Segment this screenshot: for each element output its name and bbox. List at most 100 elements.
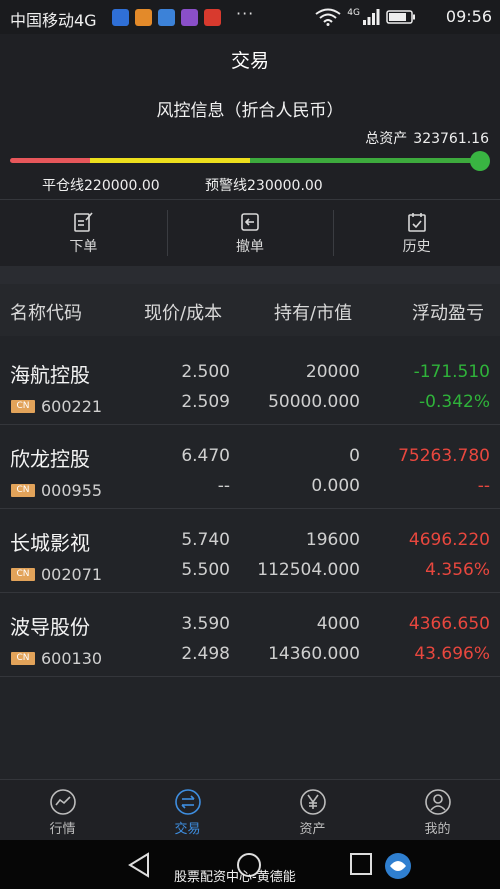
risk-level-indicator bbox=[470, 151, 490, 171]
floating-pl: 4366.650 bbox=[408, 614, 490, 634]
action-buttons: 下单 撤单 历史 bbox=[0, 199, 500, 266]
header-price-cost: 现价/成本 bbox=[144, 303, 223, 324]
current-price: 3.590 bbox=[181, 614, 230, 634]
risk-bar-liquidation-zone bbox=[10, 158, 90, 163]
bottom-tab-bar: 行情 交易 资产 我的 bbox=[0, 779, 500, 840]
recent-apps-icon[interactable] bbox=[349, 852, 373, 876]
tab-trade[interactable]: 交易 bbox=[125, 780, 250, 840]
user-icon bbox=[424, 789, 451, 815]
cost-price: 5.500 bbox=[181, 560, 230, 580]
cost-price: 2.498 bbox=[181, 644, 230, 664]
place-order-button[interactable]: 下单 bbox=[0, 200, 167, 266]
floating-pl: -171.510 bbox=[413, 362, 490, 382]
positions-table-header: 名称代码 现价/成本 持有/市值 浮动盈亏 bbox=[0, 284, 500, 336]
cancel-order-label: 撤单 bbox=[236, 238, 264, 255]
header-name-code: 名称代码 bbox=[10, 303, 82, 324]
floating-pl-percent: 4.356% bbox=[425, 560, 490, 580]
table-row[interactable]: 长城影视 CN 002071 5.740 5.500 19600 112504.… bbox=[0, 509, 500, 593]
current-price: 2.500 bbox=[181, 362, 230, 382]
page-header: 交易 bbox=[0, 34, 500, 84]
stock-code: 600221 bbox=[41, 397, 103, 416]
yen-icon bbox=[299, 789, 326, 815]
tab-market[interactable]: 行情 bbox=[0, 780, 125, 840]
stock-code: 002071 bbox=[41, 565, 103, 584]
notification-icons bbox=[112, 9, 221, 26]
gallery-app-icon bbox=[181, 9, 198, 26]
status-bar: 中国移动4G ··· 4G 09:56 bbox=[0, 0, 500, 34]
table-row[interactable]: 海航控股 CN 600221 2.500 2.509 20000 50000.0… bbox=[0, 341, 500, 425]
floating-pl-percent: -- bbox=[477, 476, 490, 496]
battery-icon bbox=[386, 10, 415, 24]
more-notifications-icon: ··· bbox=[236, 4, 255, 23]
page-title: 交易 bbox=[230, 50, 269, 72]
table-row[interactable]: 欣龙控股 CN 000955 6.470 -- 0 0.000 75263.78… bbox=[0, 425, 500, 509]
floating-pl-percent: -0.342% bbox=[419, 392, 490, 412]
positions-list: 海航控股 CN 600221 2.500 2.509 20000 50000.0… bbox=[0, 341, 500, 677]
section-divider bbox=[0, 266, 500, 284]
warning-line-label: 预警线230000.00 bbox=[205, 178, 323, 194]
system-icons: 4G bbox=[315, 8, 416, 26]
tab-trade-label: 交易 bbox=[174, 822, 201, 837]
tab-profile[interactable]: 我的 bbox=[375, 780, 500, 840]
stock-name: 海航控股 bbox=[10, 363, 90, 387]
tab-profile-label: 我的 bbox=[424, 822, 451, 837]
chat-app-icon bbox=[158, 9, 175, 26]
market-badge: CN bbox=[11, 484, 35, 497]
risk-bar-warning-zone bbox=[90, 158, 250, 163]
system-navigation-bar: 股票配资中心-黄德能 bbox=[0, 840, 500, 889]
order-icon bbox=[74, 211, 93, 232]
cancel-order-button[interactable]: 撤单 bbox=[166, 200, 334, 266]
news-app-icon bbox=[204, 9, 221, 26]
place-order-label: 下单 bbox=[69, 238, 98, 255]
history-button[interactable]: 历史 bbox=[333, 200, 500, 266]
cost-price: 2.509 bbox=[181, 392, 230, 412]
holding-quantity: 19600 bbox=[305, 530, 360, 550]
cancel-order-icon bbox=[241, 212, 259, 231]
header-holding-value: 持有/市值 bbox=[274, 303, 353, 324]
current-price: 6.470 bbox=[181, 446, 230, 466]
floating-pl: 75263.780 bbox=[398, 446, 490, 466]
network-type-label: 4G bbox=[347, 8, 360, 18]
market-badge: CN bbox=[11, 652, 35, 665]
stock-name: 长城影视 bbox=[10, 531, 90, 555]
market-badge: CN bbox=[11, 568, 35, 581]
risk-bar-safe-zone bbox=[250, 158, 480, 163]
history-label: 历史 bbox=[402, 238, 431, 255]
floating-pl-percent: 43.696% bbox=[414, 644, 490, 664]
stock-code: 600130 bbox=[41, 649, 103, 668]
total-assets: 总资产 323761.16 bbox=[365, 128, 489, 148]
tab-market-label: 行情 bbox=[49, 822, 76, 837]
market-value: 50000.000 bbox=[268, 392, 360, 412]
shield-app-icon bbox=[112, 9, 129, 26]
holding-quantity: 20000 bbox=[305, 362, 360, 382]
header-floating-pl: 浮动盈亏 bbox=[412, 303, 484, 324]
liquidation-line-label: 平仓线220000.00 bbox=[42, 178, 160, 194]
risk-control-panel: 风控信息（折合人民币） 总资产 323761.16 平仓线220000.00 预警… bbox=[0, 84, 500, 266]
tab-assets[interactable]: 资产 bbox=[250, 780, 375, 840]
watermark-text: 股票配资中心-黄德能 bbox=[174, 870, 296, 885]
stock-name: 欣龙控股 bbox=[10, 447, 90, 471]
trade-icon bbox=[174, 789, 201, 815]
signal-icon bbox=[363, 9, 380, 25]
holding-quantity: 0 bbox=[349, 446, 360, 466]
current-price: 5.740 bbox=[181, 530, 230, 550]
stock-name: 波导股份 bbox=[10, 615, 90, 639]
cost-price: -- bbox=[217, 476, 230, 496]
market-value: 0.000 bbox=[311, 476, 360, 496]
market-value: 14360.000 bbox=[268, 644, 360, 664]
market-value: 112504.000 bbox=[257, 560, 360, 580]
market-chart-icon bbox=[49, 789, 76, 815]
watermark-logo-icon bbox=[385, 853, 411, 879]
wifi-icon bbox=[315, 8, 341, 26]
tab-assets-label: 资产 bbox=[299, 822, 326, 837]
back-icon[interactable] bbox=[127, 852, 151, 878]
stock-code: 000955 bbox=[41, 481, 103, 500]
table-row[interactable]: 波导股份 CN 600130 3.590 2.498 4000 14360.00… bbox=[0, 593, 500, 677]
holding-quantity: 4000 bbox=[316, 614, 360, 634]
history-icon bbox=[407, 212, 426, 232]
total-assets-label: 总资产 bbox=[365, 131, 408, 147]
total-assets-value: 323761.16 bbox=[413, 131, 489, 147]
carrier-name: 中国移动4G bbox=[10, 11, 97, 30]
wallet-app-icon bbox=[135, 9, 152, 26]
market-badge: CN bbox=[11, 400, 35, 413]
